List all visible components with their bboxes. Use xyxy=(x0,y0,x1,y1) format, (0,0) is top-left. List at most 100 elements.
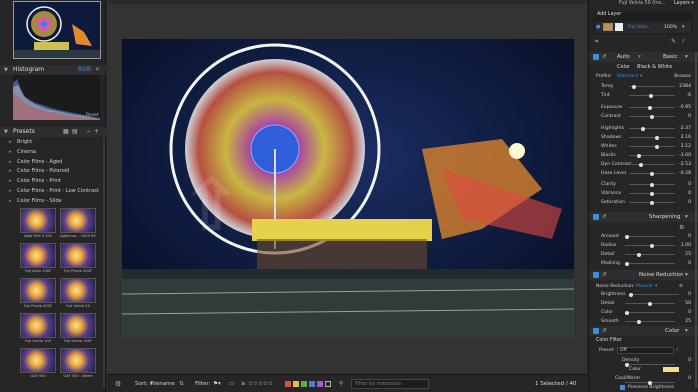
preset-thumbnail[interactable]: Fuji Velvia 100 xyxy=(20,313,56,347)
brush-icon[interactable]: ✎ xyxy=(671,38,676,45)
slider-knob[interactable] xyxy=(655,144,659,149)
slider-value[interactable]: 0 xyxy=(688,112,691,121)
search-icon[interactable]: ⚲ xyxy=(339,375,343,392)
slider-value[interactable]: 50 xyxy=(685,299,691,308)
slider-value[interactable]: 0 xyxy=(688,259,691,268)
slider-value[interactable]: 0 xyxy=(688,198,691,207)
preset-category[interactable]: Color Films - Print - Low Contrast xyxy=(8,187,103,197)
slider-track[interactable] xyxy=(629,191,675,196)
mode-bw-tab[interactable]: Black & White xyxy=(637,64,672,70)
color-header[interactable]: ↺ Color ▾ xyxy=(589,326,698,336)
slider-value[interactable]: -2.53 xyxy=(679,160,691,169)
color-toggle-icon[interactable] xyxy=(593,328,599,334)
gear-icon[interactable]: ⚙ xyxy=(115,375,121,392)
comment-filter-icon[interactable]: ▭ xyxy=(229,375,234,392)
slider-knob[interactable] xyxy=(650,243,654,248)
rating-stars[interactable]: ☆☆☆☆☆ xyxy=(248,375,273,392)
slider-knob[interactable] xyxy=(637,252,641,257)
slider-knob[interactable] xyxy=(629,292,633,297)
slider-value[interactable]: -6 xyxy=(686,91,691,100)
slider-value[interactable]: 0 xyxy=(688,374,691,383)
preset-thumbnail[interactable]: Fuji Velvia 100F xyxy=(60,313,96,347)
collapse-icon[interactable]: ▼ xyxy=(4,65,8,75)
slider-knob[interactable] xyxy=(650,191,654,196)
slider-knob[interactable] xyxy=(655,135,659,140)
slider-value[interactable]: 2.16 xyxy=(681,133,691,142)
slider-knob[interactable] xyxy=(650,200,654,205)
basic-header[interactable]: ↺ Auto ▾ Basic ▾ xyxy=(589,52,698,62)
slider-track[interactable] xyxy=(629,200,675,205)
collapse-icon[interactable]: ▾ xyxy=(685,326,688,336)
slider-value[interactable]: 0 xyxy=(688,232,691,241)
remove-preset-icon[interactable]: − xyxy=(86,127,91,137)
slider-value[interactable]: 0 xyxy=(688,356,691,365)
label-green-swatch[interactable] xyxy=(301,381,307,387)
metadata-filter-input[interactable]: Filter by metadata xyxy=(351,379,429,389)
layer-row[interactable]: ● Fuji Velv... 100% ▾ xyxy=(595,22,691,33)
rating-filter-select[interactable]: ≥ xyxy=(241,375,246,392)
visibility-icon[interactable]: ● xyxy=(596,24,600,30)
close-icon[interactable]: ✕ xyxy=(95,65,100,75)
slider-track[interactable] xyxy=(625,310,675,315)
navigator-thumbnail[interactable] xyxy=(13,1,101,59)
slider-value[interactable]: 25 xyxy=(685,317,691,326)
slider-knob[interactable] xyxy=(650,171,654,176)
color-swatch[interactable] xyxy=(663,367,679,372)
slider-knob[interactable] xyxy=(625,234,629,239)
slider-value[interactable]: 0 xyxy=(688,290,691,299)
sharpening-header[interactable]: ↺ Sharpening ▾ xyxy=(589,212,698,222)
slider-track[interactable] xyxy=(629,153,675,158)
crop-icon[interactable]: ⌗ xyxy=(595,38,598,46)
eyedropper-icon[interactable]: ⁄ xyxy=(683,38,684,45)
sort-select[interactable]: Filename ▾ xyxy=(150,375,175,392)
presets-scrollbar[interactable] xyxy=(103,138,105,388)
slider-knob[interactable] xyxy=(641,126,645,131)
slider-track[interactable] xyxy=(625,319,675,324)
main-photo[interactable]: ⇧ xyxy=(122,39,574,339)
slider-track[interactable] xyxy=(629,182,675,187)
slider-track[interactable] xyxy=(625,234,675,239)
auto-menu-icon[interactable]: ▾ xyxy=(638,52,641,62)
preset-category[interactable]: Color Films - Print xyxy=(8,177,103,187)
preset-category[interactable]: Color Films - Aged xyxy=(8,158,103,168)
slider-track[interactable] xyxy=(629,126,675,131)
preset-category[interactable]: Color Films - Slide xyxy=(8,197,103,207)
reset-icon[interactable]: ↺ xyxy=(602,212,607,222)
reset-icon[interactable]: ↺ xyxy=(602,52,607,62)
preset-thumbnail[interactable]: Agfachro... 1000 RS xyxy=(60,208,96,242)
slider-knob[interactable] xyxy=(637,319,641,324)
slider-value[interactable]: -3.00 xyxy=(679,151,691,160)
preset-category[interactable]: Cinema xyxy=(8,148,103,158)
layer-opacity[interactable]: 100% xyxy=(664,22,677,33)
preserve-checkbox[interactable] xyxy=(620,385,625,390)
label-purple-swatch[interactable] xyxy=(317,381,323,387)
slider-knob[interactable] xyxy=(649,93,653,98)
presets-header[interactable]: ▼ Presets ▦ ▤ − + xyxy=(0,127,106,137)
browse-button[interactable]: Browse xyxy=(674,72,691,81)
label-blue-swatch[interactable] xyxy=(309,381,315,387)
label-yellow-swatch[interactable] xyxy=(293,381,299,387)
slider-track[interactable] xyxy=(629,93,675,98)
slider-value[interactable]: -0.28 xyxy=(679,169,691,178)
slider-knob[interactable] xyxy=(648,301,652,306)
collapse-icon[interactable]: ▾ xyxy=(685,212,688,222)
preset-thumbnail[interactable]: GAF 500 xyxy=(20,348,56,382)
eyedropper-icon[interactable]: ⁄ xyxy=(677,346,678,355)
slider-knob[interactable] xyxy=(650,182,654,187)
slider-value[interactable]: 2384 xyxy=(679,82,691,91)
slider-track[interactable] xyxy=(629,135,675,140)
slider-value[interactable]: -2.37 xyxy=(679,124,691,133)
color-preset-select[interactable]: Off xyxy=(617,347,674,354)
add-layer-button[interactable]: Add Layer xyxy=(597,12,621,17)
slider-knob[interactable] xyxy=(639,162,643,167)
slider-value[interactable]: 0 xyxy=(688,189,691,198)
slider-knob[interactable] xyxy=(625,310,629,315)
layer-menu-icon[interactable]: ▾ xyxy=(682,22,685,33)
chevron-down-icon[interactable]: ▾ xyxy=(640,72,642,81)
preset-thumbnail[interactable]: Fuji Astia 100F xyxy=(20,243,56,277)
label-none-swatch[interactable] xyxy=(325,381,331,387)
auto-button[interactable]: Auto xyxy=(617,52,630,62)
collapse-icon[interactable]: ▾ xyxy=(685,270,688,280)
slider-value[interactable]: 2.12 xyxy=(681,142,691,151)
slider-track[interactable] xyxy=(629,292,679,297)
